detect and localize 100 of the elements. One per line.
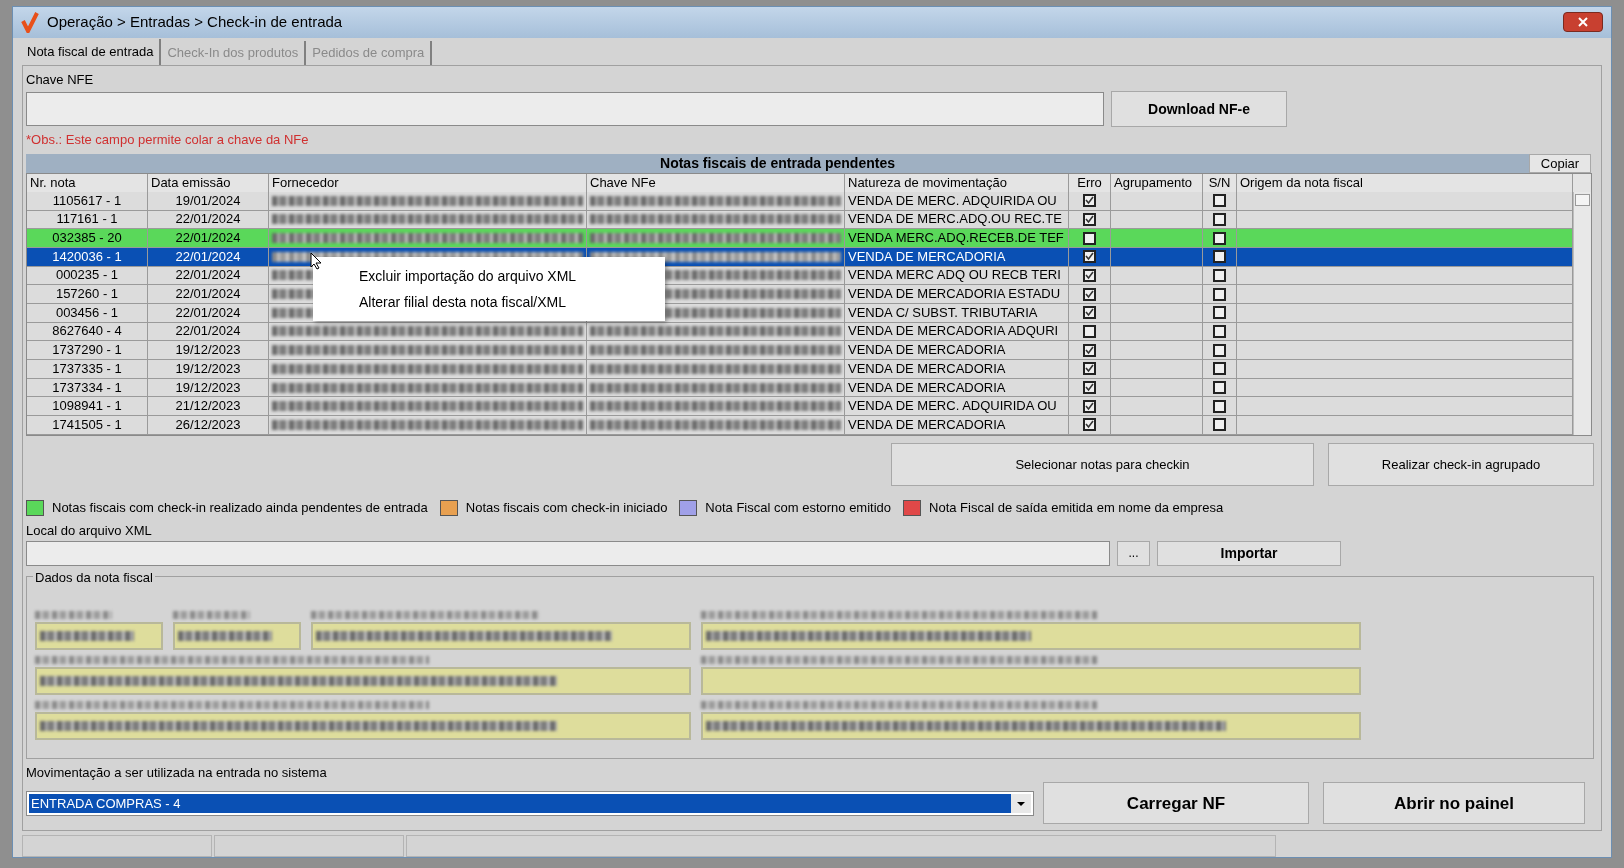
table-cell: 19/12/2023: [175, 341, 241, 359]
table-cell: VENDA MERC.ADQ.RECEB.DE TEF: [848, 229, 1064, 247]
table-cell: 032385 - 20: [52, 229, 122, 247]
table-cell: 1105617 - 1: [52, 191, 122, 210]
checkbox[interactable]: [1213, 399, 1226, 413]
legend-label: Nota Fiscal com estorno emitido: [705, 498, 892, 517]
readonly-field[interactable]: [35, 666, 691, 695]
column-header[interactable]: Origem da nota fiscal: [1237, 173, 1573, 192]
checkbox[interactable]: [1083, 194, 1096, 208]
checkbox[interactable]: [1083, 231, 1096, 245]
checkbox[interactable]: [1213, 194, 1226, 208]
checkbox[interactable]: [1083, 287, 1096, 301]
window-title: Operação > Entradas > Check-in de entrada: [47, 12, 343, 33]
checkbox[interactable]: [1213, 212, 1226, 226]
input-field[interactable]: [26, 92, 1104, 127]
scroll-thumb[interactable]: [1575, 193, 1590, 206]
table-cell: 22/01/2024: [175, 229, 241, 247]
scrollbar[interactable]: [1573, 191, 1591, 435]
table-row[interactable]: 1741505 - 1 26/12/2023 VENDA DE MERCADORIA: [27, 416, 1573, 435]
close-button[interactable]: [1563, 12, 1603, 33]
checkbox[interactable]: [1083, 325, 1096, 338]
action-button[interactable]: Realizar check-in agrupado: [1328, 442, 1594, 486]
action-button[interactable]: Carregar NF: [1043, 782, 1309, 825]
table-cell: VENDA DE MERC.ADQ.OU REC.TE: [848, 210, 1062, 229]
action-button[interactable]: Abrir no painel: [1323, 782, 1585, 825]
checkbox[interactable]: [1083, 250, 1096, 264]
table-row[interactable]: 1737290 - 1 19/12/2023 VENDA DE MERCADORIA: [27, 341, 1573, 360]
table-cell: 157260 - 1: [55, 285, 119, 303]
tab[interactable]: Nota fiscal de entrada: [21, 38, 162, 65]
checkbox[interactable]: [1213, 250, 1226, 264]
table-cell: 117161 - 1: [56, 210, 118, 229]
readonly-field[interactable]: [311, 621, 691, 650]
table-cell: 22/01/2024: [175, 322, 241, 341]
table-cell: 000235 - 1: [55, 266, 119, 285]
table-cell: VENDA DE MERCADORIA: [848, 247, 1006, 266]
table-cell: 19/12/2023: [175, 360, 241, 378]
import-button[interactable]: Importar: [1157, 540, 1341, 566]
download-button[interactable]: Download NF-e: [1111, 91, 1287, 128]
checkbox[interactable]: [1083, 399, 1096, 413]
table-cell: 21/12/2023: [175, 397, 241, 416]
dropdown[interactable]: ENTRADA COMPRAS - 4: [26, 790, 1034, 816]
readonly-field[interactable]: [701, 666, 1361, 695]
check-logo-icon: [21, 11, 39, 34]
legend-label: Nota Fiscal de saída emitida em nome da empresa: [929, 498, 1224, 517]
checkbox[interactable]: [1083, 362, 1096, 376]
field-label: Chave NFE: [26, 70, 95, 89]
input-field[interactable]: [26, 540, 1110, 566]
checkbox[interactable]: [1213, 231, 1226, 245]
table-cell: 22/01/2024: [175, 266, 241, 285]
table-cell: VENDA DE MERCADORIA: [848, 378, 1006, 397]
table-cell: 1098941 - 1: [52, 397, 122, 416]
table-cell: 003456 - 1: [55, 303, 119, 322]
column-header[interactable]: S/N: [1203, 173, 1237, 192]
note-text: *Obs.: Este campo permite colar a chave da NFe: [26, 131, 310, 150]
checkbox[interactable]: [1083, 268, 1096, 282]
checkbox[interactable]: [1213, 287, 1226, 301]
table-cell: VENDA DE MERC. ADQUIRIDA OU: [848, 191, 1057, 210]
readonly-field[interactable]: [35, 621, 163, 650]
close-icon: [1578, 17, 1588, 28]
table-cell: 19/12/2023: [175, 378, 241, 397]
checkbox[interactable]: [1213, 268, 1226, 282]
table-row[interactable]: 1737335 - 1 19/12/2023 VENDA DE MERCADORIA: [27, 360, 1573, 379]
checkbox[interactable]: [1213, 306, 1226, 320]
checkbox[interactable]: [1213, 381, 1226, 395]
column-header[interactable]: Chave NFe: [587, 173, 845, 192]
checkbox[interactable]: [1083, 343, 1096, 357]
checkbox[interactable]: [1083, 418, 1096, 432]
checkbox[interactable]: [1213, 343, 1226, 357]
table-cell: 22/01/2024: [175, 285, 241, 303]
table-cell: 1737335 - 1: [52, 360, 122, 378]
copy-button[interactable]: Copiar: [1529, 153, 1591, 173]
table-cell: VENDA DE MERCADORIA: [848, 360, 1006, 378]
table-title: Notas fiscais de entrada pendentes: [26, 153, 1529, 173]
readonly-field[interactable]: [701, 621, 1361, 650]
action-button[interactable]: Selecionar notas para checkin: [891, 442, 1314, 486]
column-header[interactable]: Data emissão: [148, 173, 269, 192]
readonly-field[interactable]: [701, 711, 1361, 740]
checkbox[interactable]: [1083, 381, 1096, 395]
browse-button[interactable]: ...: [1117, 540, 1150, 566]
table-cell: 1737290 - 1: [52, 341, 122, 359]
readonly-field[interactable]: [173, 621, 301, 650]
table-row[interactable]: 1098941 - 1 21/12/2023 VENDA DE MERC. ADQUIRIDA OU: [27, 397, 1573, 417]
column-header[interactable]: Natureza de movimentação: [845, 173, 1069, 192]
checkbox[interactable]: [1213, 325, 1226, 338]
column-header[interactable]: Nr. nota: [27, 173, 148, 192]
legend-label: Notas fiscais com check-in realizado ainda pendentes de entrada: [52, 498, 428, 517]
checkbox[interactable]: [1213, 362, 1226, 376]
table-row[interactable]: 032385 - 20 22/01/2024 VENDA MERC.ADQ.RECEB.DE TEF: [27, 229, 1573, 248]
readonly-field[interactable]: [35, 711, 691, 740]
checkbox[interactable]: [1213, 418, 1226, 432]
column-header[interactable]: Erro: [1069, 173, 1111, 192]
column-header[interactable]: Fornecedor: [269, 173, 587, 192]
table-cell: VENDA DE MERCADORIA: [848, 416, 1006, 434]
checkbox[interactable]: [1083, 212, 1096, 226]
checkbox[interactable]: [1083, 306, 1096, 320]
column-header[interactable]: Agrupamento: [1111, 173, 1203, 192]
table-cell: VENDA DE MERC. ADQUIRIDA OU: [848, 397, 1057, 416]
table-cell: 8627640 - 4: [52, 322, 122, 341]
legend-label: Notas fiscais com check-in iniciado: [465, 498, 668, 517]
table-cell: 19/01/2024: [175, 191, 241, 210]
